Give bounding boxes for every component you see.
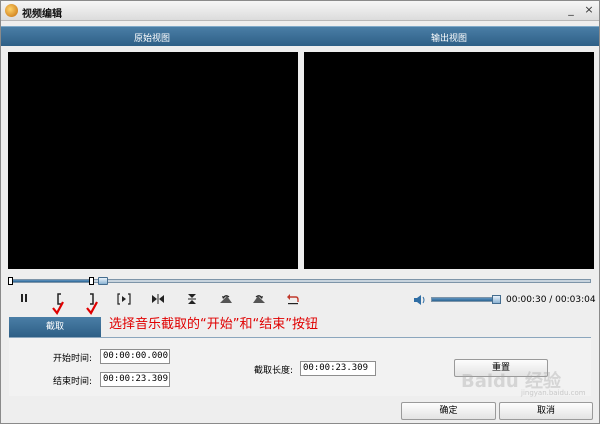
- start-time-field[interactable]: 00:00:00.000: [100, 349, 170, 364]
- app-logo-icon: [5, 4, 18, 17]
- output-view-label: 输出视图: [431, 34, 468, 44]
- minimize-button[interactable]: _: [565, 4, 577, 16]
- window-title: 视频编辑: [22, 9, 62, 20]
- trim-length-field: 00:00:23.309: [300, 361, 376, 376]
- output-video-view[interactable]: [304, 52, 594, 269]
- original-video-view[interactable]: [8, 52, 298, 269]
- ok-button[interactable]: 确定: [401, 402, 496, 420]
- annotation-text: 选择音乐截取的“开始”和“结束”按钮: [109, 317, 318, 332]
- close-button[interactable]: ×: [583, 4, 595, 16]
- end-time-label: 结束时间:: [53, 377, 93, 387]
- play-selection-button[interactable]: [116, 293, 132, 307]
- check-mark-icon: [86, 301, 98, 315]
- volume-level: [432, 298, 497, 301]
- rotate-right-icon: [253, 295, 265, 303]
- timeline-selection: [10, 280, 92, 282]
- timeline-slider[interactable]: [8, 277, 591, 285]
- check-mark-icon: [52, 301, 64, 315]
- goto-marker-icon: [152, 294, 164, 304]
- time-readout: 00:00:30 / 00:03:04: [506, 295, 596, 305]
- trim-length-label: 截取长度:: [254, 366, 294, 376]
- tab-trim[interactable]: 截取: [9, 317, 101, 337]
- rotate-left-button[interactable]: [218, 293, 234, 307]
- start-marker-handle[interactable]: [8, 277, 13, 285]
- video-edit-window: 视频编辑 _ × 原始视图 输出视图 00:00:30 / 00:03:04 截…: [0, 0, 600, 424]
- cancel-button[interactable]: 取消: [499, 402, 593, 420]
- title-bar: 视频编辑 _ ×: [1, 1, 599, 21]
- play-selection-icon: [117, 293, 131, 305]
- undo-button[interactable]: [285, 293, 301, 307]
- undo-icon: [287, 294, 299, 305]
- rotate-left-icon: [220, 295, 232, 303]
- rotate-right-button[interactable]: [251, 293, 267, 307]
- volume-thumb[interactable]: [491, 295, 501, 304]
- start-time-label: 开始时间:: [53, 354, 93, 364]
- split-icon: [188, 294, 196, 304]
- playhead-thumb[interactable]: [97, 277, 108, 285]
- volume-slider[interactable]: [431, 295, 501, 304]
- view-header-bar: 原始视图 输出视图: [1, 26, 599, 46]
- end-marker-handle[interactable]: [89, 277, 95, 285]
- original-view-label: 原始视图: [134, 34, 171, 44]
- speaker-icon[interactable]: [413, 294, 427, 306]
- split-button[interactable]: [184, 293, 200, 307]
- pause-icon: [21, 294, 27, 302]
- goto-marker-button[interactable]: [150, 293, 166, 307]
- pause-button[interactable]: [16, 293, 32, 307]
- end-time-field[interactable]: 00:00:23.309: [100, 372, 170, 387]
- baidu-watermark-url: jingyan.baidu.com: [521, 389, 586, 397]
